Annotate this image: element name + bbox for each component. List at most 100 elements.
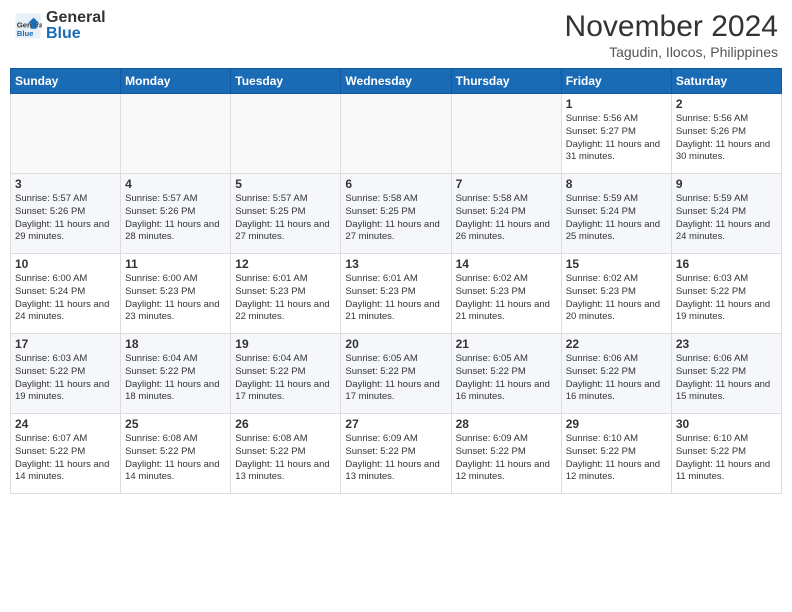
day-info: Sunrise: 6:09 AM Sunset: 5:22 PM Dayligh…: [456, 433, 557, 484]
day-info: Sunrise: 6:10 AM Sunset: 5:22 PM Dayligh…: [676, 433, 777, 484]
calendar-day-cell: 8 Sunrise: 5:59 AM Sunset: 5:24 PM Daylig…: [561, 174, 671, 254]
day-info: Sunrise: 6:05 AM Sunset: 5:22 PM Dayligh…: [456, 353, 557, 404]
day-number: 8: [566, 177, 667, 191]
calendar-day-cell: 5 Sunrise: 5:57 AM Sunset: 5:25 PM Daylig…: [231, 174, 341, 254]
calendar-day-cell: [11, 94, 121, 174]
day-number: 24: [15, 417, 116, 431]
day-number: 19: [235, 337, 336, 351]
day-info: Sunrise: 6:02 AM Sunset: 5:23 PM Dayligh…: [566, 273, 667, 324]
day-info: Sunrise: 6:02 AM Sunset: 5:23 PM Dayligh…: [456, 273, 557, 324]
day-info: Sunrise: 6:09 AM Sunset: 5:22 PM Dayligh…: [345, 433, 446, 484]
calendar-day-cell: [121, 94, 231, 174]
weekday-header: Wednesday: [341, 69, 451, 94]
calendar-day-cell: 15 Sunrise: 6:02 AM Sunset: 5:23 PM Dayli…: [561, 254, 671, 334]
day-number: 29: [566, 417, 667, 431]
day-info: Sunrise: 6:06 AM Sunset: 5:22 PM Dayligh…: [676, 353, 777, 404]
calendar-day-cell: 20Sunrise: 6:05 AM Sunset: 5:22 PM Dayli…: [341, 334, 451, 414]
day-number: 7: [456, 177, 557, 191]
month-year-title: November 2024: [565, 10, 778, 44]
calendar-day-cell: 11 Sunrise: 6:00 AM Sunset: 5:23 PM Dayli…: [121, 254, 231, 334]
calendar-day-cell: 29 Sunrise: 6:10 AM Sunset: 5:22 PM Dayli…: [561, 414, 671, 494]
day-info: Sunrise: 5:58 AM Sunset: 5:24 PM Dayligh…: [456, 193, 557, 244]
day-info: Sunrise: 6:07 AM Sunset: 5:22 PM Dayligh…: [15, 433, 116, 484]
day-info: Sunrise: 5:56 AM Sunset: 5:26 PM Dayligh…: [676, 113, 777, 164]
day-number: 13: [345, 257, 446, 271]
calendar-day-cell: 19 Sunrise: 6:04 AM Sunset: 5:22 PM Dayli…: [231, 334, 341, 414]
logo-text: General Blue: [46, 10, 106, 42]
day-number: 18: [125, 337, 226, 351]
weekday-header: Thursday: [451, 69, 561, 94]
calendar-week-row: 24 Sunrise: 6:07 AM Sunset: 5:22 PM Dayli…: [11, 414, 782, 494]
logo-general-text: General: [46, 10, 106, 26]
day-info: Sunrise: 6:03 AM Sunset: 5:22 PM Dayligh…: [15, 353, 116, 404]
day-number: 17: [15, 337, 116, 351]
calendar-week-row: 17 Sunrise: 6:03 AM Sunset: 5:22 PM Dayli…: [11, 334, 782, 414]
title-section: November 2024 Tagudin, Ilocos, Philippin…: [565, 10, 778, 60]
calendar-day-cell: 27 Sunrise: 6:09 AM Sunset: 5:22 PM Dayli…: [341, 414, 451, 494]
calendar-day-cell: 21 Sunrise: 6:05 AM Sunset: 5:22 PM Dayli…: [451, 334, 561, 414]
day-info: Sunrise: 6:00 AM Sunset: 5:24 PM Dayligh…: [15, 273, 116, 324]
day-info: Sunrise: 5:59 AM Sunset: 5:24 PM Dayligh…: [566, 193, 667, 244]
day-number: 25: [125, 417, 226, 431]
day-info: Sunrise: 5:59 AM Sunset: 5:24 PM Dayligh…: [676, 193, 777, 244]
calendar-day-cell: 7 Sunrise: 5:58 AM Sunset: 5:24 PM Daylig…: [451, 174, 561, 254]
weekday-header: Friday: [561, 69, 671, 94]
calendar-day-cell: 25 Sunrise: 6:08 AM Sunset: 5:22 PM Dayli…: [121, 414, 231, 494]
calendar-day-cell: 23Sunrise: 6:06 AM Sunset: 5:22 PM Dayli…: [671, 334, 781, 414]
day-number: 14: [456, 257, 557, 271]
day-number: 28: [456, 417, 557, 431]
logo-icon: General Blue: [14, 12, 42, 40]
calendar-day-cell: [451, 94, 561, 174]
location-subtitle: Tagudin, Ilocos, Philippines: [565, 44, 778, 60]
calendar-week-row: 3 Sunrise: 5:57 AM Sunset: 5:26 PM Daylig…: [11, 174, 782, 254]
weekday-header: Tuesday: [231, 69, 341, 94]
day-number: 6: [345, 177, 446, 191]
day-number: 9: [676, 177, 777, 191]
day-number: 16: [676, 257, 777, 271]
logo-blue-text: Blue: [46, 26, 106, 42]
day-info: Sunrise: 6:06 AM Sunset: 5:22 PM Dayligh…: [566, 353, 667, 404]
calendar-day-cell: 2 Sunrise: 5:56 AM Sunset: 5:26 PM Daylig…: [671, 94, 781, 174]
calendar-day-cell: [231, 94, 341, 174]
calendar-day-cell: 13Sunrise: 6:01 AM Sunset: 5:23 PM Dayli…: [341, 254, 451, 334]
page-header: General Blue General Blue November 2024 …: [10, 10, 782, 60]
logo: General Blue General Blue: [14, 10, 106, 42]
calendar-day-cell: 10Sunrise: 6:00 AM Sunset: 5:24 PM Dayli…: [11, 254, 121, 334]
day-info: Sunrise: 6:01 AM Sunset: 5:23 PM Dayligh…: [235, 273, 336, 324]
day-number: 27: [345, 417, 446, 431]
day-number: 2: [676, 97, 777, 111]
calendar-day-cell: 9 Sunrise: 5:59 AM Sunset: 5:24 PM Daylig…: [671, 174, 781, 254]
day-number: 21: [456, 337, 557, 351]
day-info: Sunrise: 6:04 AM Sunset: 5:22 PM Dayligh…: [235, 353, 336, 404]
calendar-day-cell: 24 Sunrise: 6:07 AM Sunset: 5:22 PM Dayli…: [11, 414, 121, 494]
calendar-day-cell: 17 Sunrise: 6:03 AM Sunset: 5:22 PM Dayli…: [11, 334, 121, 414]
day-number: 15: [566, 257, 667, 271]
calendar-day-cell: 30Sunrise: 6:10 AM Sunset: 5:22 PM Dayli…: [671, 414, 781, 494]
day-number: 11: [125, 257, 226, 271]
calendar-day-cell: 16 Sunrise: 6:03 AM Sunset: 5:22 PM Dayli…: [671, 254, 781, 334]
day-info: Sunrise: 6:10 AM Sunset: 5:22 PM Dayligh…: [566, 433, 667, 484]
calendar-week-row: 1Sunrise: 5:56 AM Sunset: 5:27 PM Daylig…: [11, 94, 782, 174]
day-number: 3: [15, 177, 116, 191]
day-info: Sunrise: 5:56 AM Sunset: 5:27 PM Dayligh…: [566, 113, 667, 164]
calendar-day-cell: 6Sunrise: 5:58 AM Sunset: 5:25 PM Daylig…: [341, 174, 451, 254]
weekday-header: Sunday: [11, 69, 121, 94]
day-info: Sunrise: 6:03 AM Sunset: 5:22 PM Dayligh…: [676, 273, 777, 324]
calendar-day-cell: 22 Sunrise: 6:06 AM Sunset: 5:22 PM Dayli…: [561, 334, 671, 414]
calendar-day-cell: 14 Sunrise: 6:02 AM Sunset: 5:23 PM Dayli…: [451, 254, 561, 334]
day-info: Sunrise: 6:05 AM Sunset: 5:22 PM Dayligh…: [345, 353, 446, 404]
svg-text:Blue: Blue: [17, 29, 34, 38]
day-info: Sunrise: 5:57 AM Sunset: 5:25 PM Dayligh…: [235, 193, 336, 244]
calendar-day-cell: [341, 94, 451, 174]
calendar-day-cell: 18Sunrise: 6:04 AM Sunset: 5:22 PM Dayli…: [121, 334, 231, 414]
day-info: Sunrise: 6:00 AM Sunset: 5:23 PM Dayligh…: [125, 273, 226, 324]
day-info: Sunrise: 5:57 AM Sunset: 5:26 PM Dayligh…: [15, 193, 116, 244]
day-number: 5: [235, 177, 336, 191]
day-number: 26: [235, 417, 336, 431]
day-info: Sunrise: 6:08 AM Sunset: 5:22 PM Dayligh…: [235, 433, 336, 484]
day-number: 22: [566, 337, 667, 351]
svg-text:General: General: [17, 20, 42, 29]
calendar-day-cell: 3 Sunrise: 5:57 AM Sunset: 5:26 PM Daylig…: [11, 174, 121, 254]
day-info: Sunrise: 6:08 AM Sunset: 5:22 PM Dayligh…: [125, 433, 226, 484]
calendar-week-row: 10Sunrise: 6:00 AM Sunset: 5:24 PM Dayli…: [11, 254, 782, 334]
